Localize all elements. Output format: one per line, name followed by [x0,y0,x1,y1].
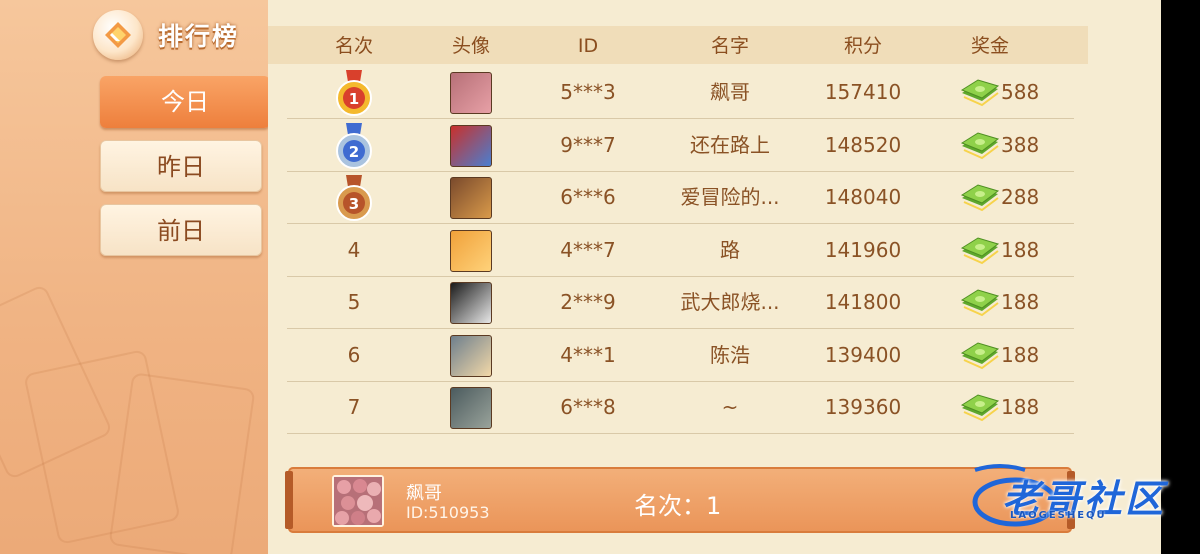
player-score: 148520 [824,132,902,157]
player-name: 还在路上 [690,132,770,157]
player-id: 6***6 [560,185,616,209]
medal-rank-number: 1 [349,90,359,108]
tab-label: 昨日 [157,153,205,181]
player-id: 5***3 [560,80,616,104]
cash-icon [960,394,1000,422]
player-score: 141960 [824,237,902,262]
tab-today[interactable]: 今日 [100,76,282,128]
my-avatar [332,475,384,527]
gold-medal-icon: 1 [336,70,372,116]
cash-icon [960,131,1000,159]
cash-icon [960,236,1000,264]
player-avatar [450,334,492,377]
prize-amount: 188 [1001,342,1040,367]
table-row: 1 5***3 飙哥 157410 588 [287,66,1074,119]
cash-icon [960,289,1000,317]
my-id: ID:510953 [406,503,490,522]
player-score: 141800 [824,290,902,314]
rank-cell: 5 [347,290,361,314]
card-decoration [108,372,256,554]
silver-medal-icon: 2 [336,122,372,169]
prize-amount: 288 [1001,185,1040,209]
tab-yesterday[interactable]: 昨日 [100,140,262,192]
prize-amount: 188 [1001,237,1040,262]
screen: 排行榜 今日 昨日 前日 名次 头像 ID 名字 积分 奖金 1 5***3 飙哥… [0,0,1200,554]
prize-amount: 188 [1001,395,1040,419]
player-name: 路 [720,237,740,262]
player-avatar [450,72,492,114]
watermark-subtext: LAOGESHEQU [1010,510,1107,521]
player-name: 武大郎烧... [680,290,780,314]
bronze-medal-icon: 3 [336,175,372,221]
column-header-name: 名字 [710,35,750,57]
column-header-avatar: 头像 [451,35,491,57]
bar-endcap [285,471,293,529]
prize-amount: 388 [1001,132,1040,157]
prize-amount: 588 [1001,80,1040,104]
tab-label: 前日 [157,217,205,245]
medal-rank-number: 2 [349,143,359,161]
player-id: 6***8 [560,395,616,419]
prize-amount: 188 [1001,290,1040,314]
table-row: 5 2***9 武大郎烧... 141800 188 [287,276,1074,329]
player-avatar [450,124,492,167]
player-avatar [450,177,492,219]
tab-day-before[interactable]: 前日 [100,204,262,256]
player-avatar [450,387,492,429]
player-name: ~ [721,395,739,419]
my-name: 飙哥 [406,483,442,504]
column-header-prize: 奖金 [970,35,1010,57]
table-row: 3 6***6 爱冒险的... 148040 288 [287,171,1074,224]
rank-cell: 6 [347,342,361,367]
table-header: 名次 头像 ID 名字 积分 奖金 [268,26,1088,64]
column-header-id: ID [577,35,599,57]
table-row: 6 4***1 陈浩 139400 188 [287,329,1074,382]
player-id: 4***1 [560,342,616,367]
player-id: 2***9 [560,290,616,314]
player-name: 爱冒险的... [680,185,780,209]
page-title: 排行榜 [158,22,240,51]
cash-icon [960,341,1000,369]
column-header-score: 积分 [843,35,883,57]
player-name: 飙哥 [710,80,750,104]
cash-icon [960,184,1000,212]
table-row: 7 6***8 ~139360 188 [287,381,1074,434]
player-score: 139400 [824,342,902,367]
player-avatar [450,229,492,272]
player-score: 157410 [824,80,902,104]
player-score: 139360 [824,395,902,419]
player-score: 148040 [824,185,902,209]
column-header-rank: 名次 [334,35,374,57]
player-avatar [450,282,492,324]
player-id: 9***7 [560,132,616,157]
diamond-logo-icon [93,10,143,60]
medal-rank-number: 3 [349,195,359,213]
player-id: 4***7 [560,237,616,262]
tab-label: 今日 [161,88,209,116]
rank-cell: 4 [347,237,361,262]
table-row: 4 4***7 路 141960 188 [287,224,1074,277]
cash-icon [960,79,1000,107]
rank-cell: 7 [347,395,361,419]
my-rank: 名次：1 [634,492,722,520]
table-row: 2 9***7 还在路上 148520 388 [287,119,1074,172]
player-name: 陈浩 [710,342,750,367]
